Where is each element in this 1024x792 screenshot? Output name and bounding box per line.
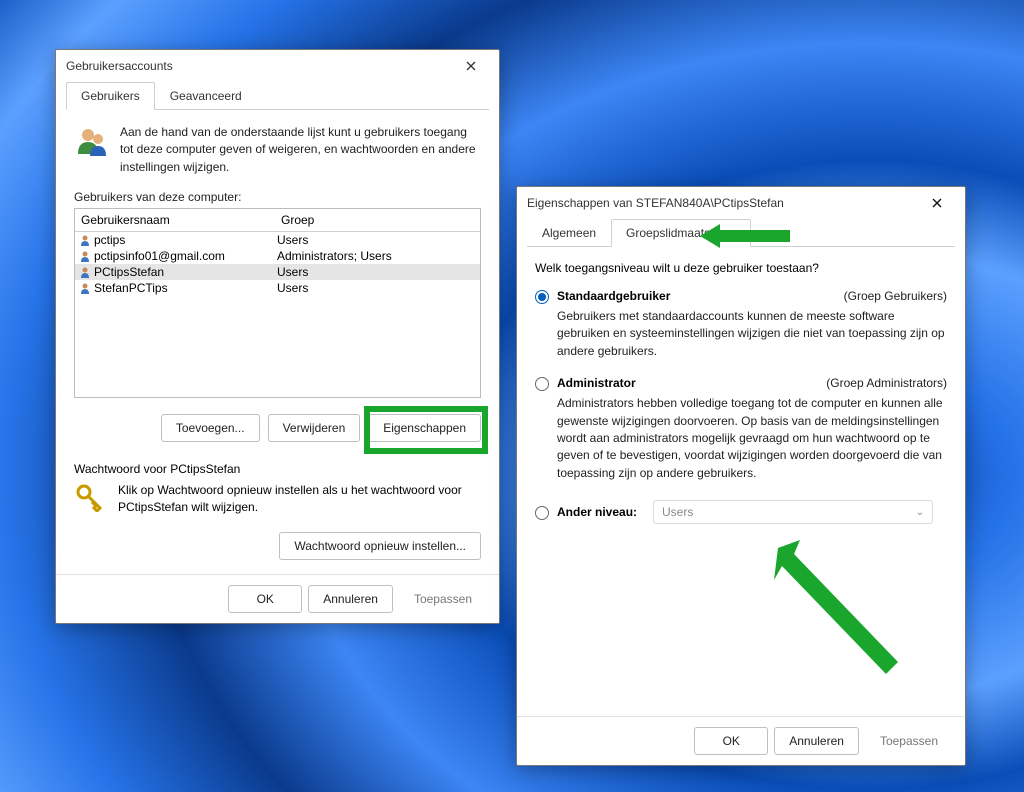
radio-label: Administrator: [557, 376, 636, 390]
add-button[interactable]: Toevoegen...: [161, 414, 260, 442]
access-question: Welk toegangsniveau wilt u deze gebruike…: [535, 261, 947, 275]
col-username[interactable]: Gebruikersnaam: [75, 209, 275, 231]
password-desc: Klik op Wachtwoord opnieuw instellen als…: [118, 482, 481, 516]
key-icon: [74, 482, 104, 512]
titlebar: Gebruikersaccounts: [56, 50, 499, 82]
close-icon: [932, 198, 942, 208]
tabstrip: Algemeen Groepslidmaatschap: [527, 219, 955, 247]
radio-label: Standaardgebruiker: [557, 289, 670, 303]
dialog-title: Gebruikersaccounts: [66, 59, 173, 73]
row-group: Users: [277, 265, 476, 279]
tab-users[interactable]: Gebruikers: [66, 82, 155, 110]
dialog-footer: OK Annuleren Toepassen: [517, 716, 965, 765]
row-username: PCtipsStefan: [94, 265, 277, 279]
password-section: Wachtwoord voor PCtipsStefan Klik op Wac…: [74, 462, 481, 560]
tab-advanced[interactable]: Geavanceerd: [155, 82, 257, 110]
cancel-button[interactable]: Annuleren: [308, 585, 393, 613]
user-icon: [79, 250, 91, 262]
properties-dialog: Eigenschappen van STEFAN840A\PCtipsStefa…: [516, 186, 966, 766]
chevron-down-icon: ⌄: [916, 507, 924, 518]
tab-membership[interactable]: Groepslidmaatschap: [611, 219, 751, 247]
option-other[interactable]: Ander niveau: Users ⌄: [535, 500, 947, 524]
row-group: Users: [277, 281, 476, 295]
list-buttons: Toevoegen... Verwijderen Eigenschappen: [74, 414, 481, 442]
list-item[interactable]: pctipsinfo01@gmail.com Administrators; U…: [75, 248, 480, 264]
reset-password-button[interactable]: Wachtwoord opnieuw instellen...: [279, 532, 481, 560]
list-item[interactable]: StefanPCTips Users: [75, 280, 480, 296]
cancel-button[interactable]: Annuleren: [774, 727, 859, 755]
other-level-select[interactable]: Users ⌄: [653, 500, 933, 524]
radio-aside: (Groep Administrators): [826, 376, 947, 390]
tab-general[interactable]: Algemeen: [527, 219, 611, 247]
row-username: StefanPCTips: [94, 281, 277, 295]
option-standard[interactable]: Standaardgebruiker (Groep Gebruikers): [535, 289, 947, 304]
user-list: Gebruikersnaam Groep pctips Users pctips…: [74, 208, 481, 398]
user-icon: [79, 266, 91, 278]
remove-button[interactable]: Verwijderen: [268, 414, 361, 442]
properties-button[interactable]: Eigenschappen: [368, 414, 481, 442]
ok-button[interactable]: OK: [694, 727, 768, 755]
list-item[interactable]: PCtipsStefan Users: [75, 264, 480, 280]
user-accounts-dialog: Gebruikersaccounts Gebruikers Geavanceer…: [55, 49, 500, 624]
content-pane: Aan de hand van de onderstaande lijst ku…: [56, 110, 499, 574]
row-username: pctips: [94, 233, 277, 247]
dialog-title: Eigenschappen van STEFAN840A\PCtipsStefa…: [527, 196, 784, 210]
col-group[interactable]: Groep: [275, 209, 480, 231]
list-item[interactable]: pctips Users: [75, 232, 480, 248]
dialog-footer: OK Annuleren Toepassen: [56, 574, 499, 623]
radio-admin[interactable]: [535, 377, 549, 391]
close-icon: [466, 61, 476, 71]
row-group: Users: [277, 233, 476, 247]
apply-button[interactable]: Toepassen: [865, 727, 953, 755]
radio-standard[interactable]: [535, 290, 549, 304]
apply-button[interactable]: Toepassen: [399, 585, 487, 613]
radio-label: Ander niveau:: [557, 505, 637, 519]
radio-aside: (Groep Gebruikers): [844, 289, 947, 303]
list-label: Gebruikers van deze computer:: [74, 190, 481, 204]
user-icon: [79, 282, 91, 294]
admin-desc: Administrators hebben volledige toegang …: [557, 395, 947, 482]
user-icon: [79, 234, 91, 246]
ok-button[interactable]: OK: [228, 585, 302, 613]
row-username: pctipsinfo01@gmail.com: [94, 249, 277, 263]
standard-desc: Gebruikers met standaardaccounts kunnen …: [557, 308, 947, 360]
close-button[interactable]: [453, 52, 489, 80]
list-header: Gebruikersnaam Groep: [75, 209, 480, 232]
intro-block: Aan de hand van de onderstaande lijst ku…: [74, 124, 481, 176]
people-icon: [74, 124, 110, 160]
radio-other[interactable]: [535, 506, 549, 520]
row-group: Administrators; Users: [277, 249, 476, 263]
option-admin[interactable]: Administrator (Groep Administrators): [535, 376, 947, 391]
password-title: Wachtwoord voor PCtipsStefan: [74, 462, 481, 476]
content-pane: Welk toegangsniveau wilt u deze gebruike…: [517, 247, 965, 716]
select-value: Users: [662, 505, 693, 519]
intro-text: Aan de hand van de onderstaande lijst ku…: [120, 124, 481, 176]
titlebar: Eigenschappen van STEFAN840A\PCtipsStefa…: [517, 187, 965, 219]
close-button[interactable]: [919, 189, 955, 217]
tabstrip: Gebruikers Geavanceerd: [66, 82, 489, 110]
